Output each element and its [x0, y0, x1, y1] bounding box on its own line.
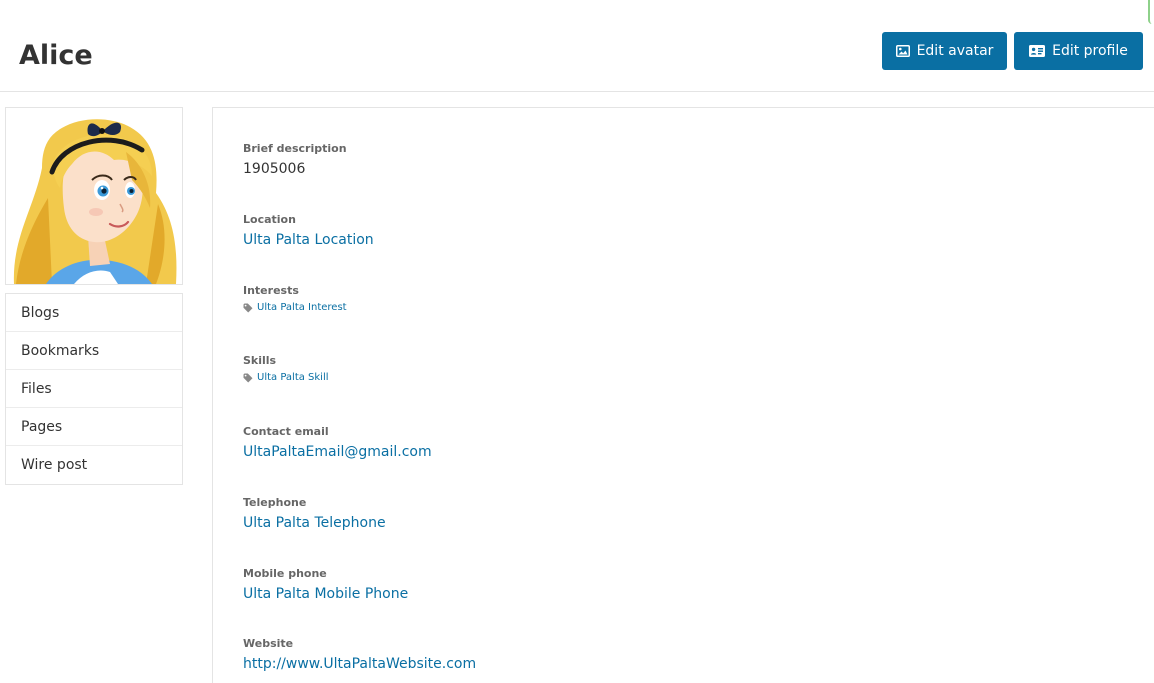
owner-menu: Blogs Bookmarks Files Pages Wire post: [5, 293, 183, 485]
profile-details: Brief description 1905006 Location Ulta …: [212, 107, 1154, 683]
image-icon: [895, 45, 910, 57]
field-location: Location Ulta Palta Location: [243, 213, 374, 250]
page-header: Alice Edit avatar Edit profile: [0, 0, 1154, 92]
menu-item-wire-post[interactable]: Wire post: [6, 446, 182, 484]
field-contact-email: Contact email UltaPaltaEmail@gmail.com: [243, 425, 432, 462]
field-telephone: Telephone Ulta Palta Telephone: [243, 496, 386, 533]
avatar: [5, 107, 183, 285]
field-label: Mobile phone: [243, 567, 327, 580]
menu-item-pages[interactable]: Pages: [6, 408, 182, 446]
field-mobile-phone: Mobile phone Ulta Palta Mobile Phone: [243, 567, 408, 604]
field-label: Skills: [243, 354, 277, 367]
mobile-phone-link[interactable]: Ulta Palta Mobile Phone: [243, 586, 408, 602]
tag-icon: [243, 303, 253, 312]
id-card-icon: [1029, 45, 1046, 57]
telephone-link[interactable]: Ulta Palta Telephone: [243, 515, 386, 531]
edit-profile-button[interactable]: Edit profile: [1014, 32, 1143, 70]
edit-profile-label: Edit profile: [1052, 43, 1128, 59]
field-label: Contact email: [243, 425, 329, 438]
profile-page: Alice Edit avatar Edit profile Blogs Boo…: [0, 0, 1154, 683]
field-label: Brief description: [243, 142, 347, 155]
brief-description-value: 1905006: [243, 161, 306, 177]
location-link[interactable]: Ulta Palta Location: [243, 232, 374, 248]
interest-tag-link[interactable]: Ulta Palta Interest: [257, 302, 347, 313]
menu-item-bookmarks[interactable]: Bookmarks: [6, 332, 182, 370]
website-link[interactable]: http://www.UltaPaltaWebsite.com: [243, 656, 476, 672]
contact-email-link[interactable]: UltaPaltaEmail@gmail.com: [243, 444, 432, 460]
field-label: Website: [243, 637, 294, 650]
field-label: Location: [243, 213, 296, 226]
field-label: Interests: [243, 284, 299, 297]
avatar-illustration: [13, 119, 177, 284]
edit-avatar-label: Edit avatar: [916, 43, 994, 59]
menu-item-files[interactable]: Files: [6, 370, 182, 408]
field-website: Website http://www.UltaPaltaWebsite.com: [243, 637, 476, 674]
field-brief-description: Brief description 1905006: [243, 142, 347, 179]
menu-item-blogs[interactable]: Blogs: [6, 294, 182, 332]
edit-avatar-button[interactable]: Edit avatar: [882, 32, 1007, 70]
field-label: Telephone: [243, 496, 307, 509]
page-title: Alice: [19, 40, 93, 71]
field-interests: Interests Ulta Palta Interest: [243, 284, 347, 313]
tag-icon: [243, 373, 253, 382]
skill-tag-link[interactable]: Ulta Palta Skill: [257, 372, 329, 383]
field-skills: Skills Ulta Palta Skill: [243, 354, 329, 383]
